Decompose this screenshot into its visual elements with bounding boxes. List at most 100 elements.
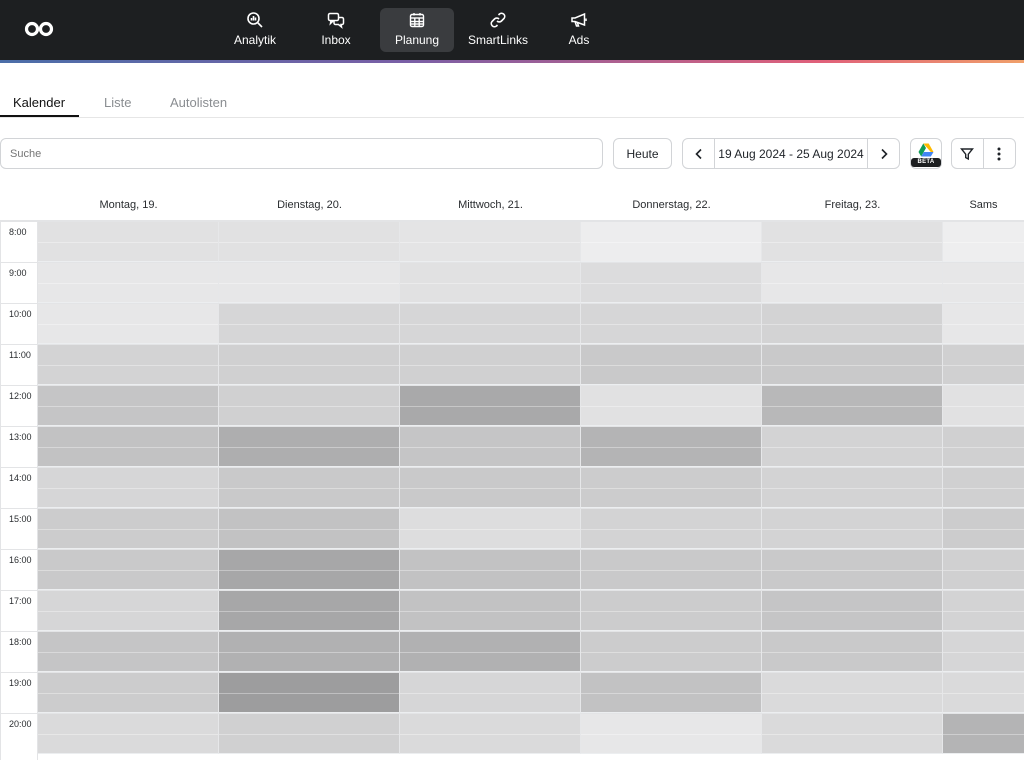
calendar-slot[interactable] bbox=[943, 713, 1024, 754]
calendar-slot[interactable] bbox=[943, 590, 1024, 631]
calendar-slot[interactable] bbox=[400, 467, 581, 508]
calendar-slot[interactable] bbox=[400, 221, 581, 262]
calendar-slot[interactable] bbox=[219, 590, 400, 631]
calendar-slot[interactable] bbox=[219, 262, 400, 303]
calendar-slot[interactable] bbox=[219, 426, 400, 467]
calendar-slot[interactable] bbox=[943, 221, 1024, 262]
calendar-slot[interactable] bbox=[581, 713, 762, 754]
nav-smartlinks[interactable]: SmartLinks bbox=[462, 8, 534, 52]
calendar-slot[interactable] bbox=[762, 303, 943, 344]
calendar-slot[interactable] bbox=[943, 549, 1024, 590]
calendar-slot[interactable] bbox=[762, 713, 943, 754]
calendar-slot[interactable] bbox=[762, 549, 943, 590]
calendar-slot[interactable] bbox=[38, 467, 219, 508]
half-hour-line bbox=[400, 692, 580, 694]
calendar-slot[interactable] bbox=[943, 631, 1024, 672]
calendar-slot[interactable] bbox=[38, 385, 219, 426]
calendar-slot[interactable] bbox=[943, 262, 1024, 303]
calendar-slot[interactable] bbox=[581, 590, 762, 631]
calendar-slot[interactable] bbox=[762, 631, 943, 672]
calendar-slot[interactable] bbox=[219, 385, 400, 426]
chevron-left-icon bbox=[694, 148, 702, 159]
calendar-slot[interactable] bbox=[943, 426, 1024, 467]
calendar-slot[interactable] bbox=[219, 303, 400, 344]
calendar-slot[interactable] bbox=[762, 508, 943, 549]
calendar-slot[interactable] bbox=[400, 672, 581, 713]
calendar-slot[interactable] bbox=[38, 549, 219, 590]
calendar-slot[interactable] bbox=[581, 262, 762, 303]
calendar-slot[interactable] bbox=[219, 549, 400, 590]
calendar-slot[interactable] bbox=[581, 426, 762, 467]
calendar-slot[interactable] bbox=[943, 672, 1024, 713]
tab-kalender[interactable]: Kalender bbox=[13, 95, 65, 110]
calendar-slot[interactable] bbox=[38, 262, 219, 303]
calendar-slot[interactable] bbox=[943, 467, 1024, 508]
calendar-slot[interactable] bbox=[762, 672, 943, 713]
half-hour-line bbox=[219, 487, 399, 489]
calendar-slot[interactable] bbox=[762, 590, 943, 631]
calendar-slot[interactable] bbox=[943, 303, 1024, 344]
calendar-slot[interactable] bbox=[400, 508, 581, 549]
calendar-slot[interactable] bbox=[762, 467, 943, 508]
calendar-slot[interactable] bbox=[219, 221, 400, 262]
nav-ads[interactable]: Ads bbox=[552, 8, 606, 52]
today-button[interactable]: Heute bbox=[613, 138, 672, 169]
more-options-button[interactable] bbox=[984, 139, 1015, 168]
calendar-slot[interactable] bbox=[581, 385, 762, 426]
calendar-slot[interactable] bbox=[219, 631, 400, 672]
calendar-slot[interactable] bbox=[400, 303, 581, 344]
calendar-slot[interactable] bbox=[400, 426, 581, 467]
calendar-slot[interactable] bbox=[943, 508, 1024, 549]
calendar-slot[interactable] bbox=[38, 508, 219, 549]
calendar-slot[interactable] bbox=[38, 344, 219, 385]
calendar-slot[interactable] bbox=[400, 713, 581, 754]
calendar-slot[interactable] bbox=[400, 344, 581, 385]
calendar-slot[interactable] bbox=[38, 713, 219, 754]
calendar-slot[interactable] bbox=[581, 508, 762, 549]
calendar-slot[interactable] bbox=[38, 426, 219, 467]
calendar-slot[interactable] bbox=[38, 631, 219, 672]
tab-autolisten[interactable]: Autolisten bbox=[170, 95, 227, 110]
calendar-slot[interactable] bbox=[38, 590, 219, 631]
infinity-logo-icon[interactable] bbox=[24, 20, 54, 38]
accent-gradient-line bbox=[0, 60, 1024, 63]
calendar-slot[interactable] bbox=[219, 672, 400, 713]
calendar-slot[interactable] bbox=[762, 221, 943, 262]
half-hour-line bbox=[38, 487, 218, 489]
calendar-slot[interactable] bbox=[219, 508, 400, 549]
google-drive-button[interactable]: BETA bbox=[910, 138, 942, 169]
nav-planung[interactable]: Planung bbox=[380, 8, 454, 52]
calendar-slot[interactable] bbox=[581, 549, 762, 590]
calendar-slot[interactable] bbox=[581, 631, 762, 672]
calendar-slot[interactable] bbox=[219, 467, 400, 508]
calendar-slot[interactable] bbox=[581, 467, 762, 508]
calendar-slot[interactable] bbox=[400, 590, 581, 631]
calendar-slot[interactable] bbox=[400, 549, 581, 590]
nav-analytik[interactable]: Analytik bbox=[222, 8, 288, 52]
nav-inbox[interactable]: Inbox bbox=[303, 8, 369, 52]
calendar-slot[interactable] bbox=[38, 303, 219, 344]
calendar-slot[interactable] bbox=[400, 385, 581, 426]
tab-liste[interactable]: Liste bbox=[104, 95, 131, 110]
calendar-slot[interactable] bbox=[581, 672, 762, 713]
calendar-slot[interactable] bbox=[400, 262, 581, 303]
calendar-slot[interactable] bbox=[400, 631, 581, 672]
next-week-button[interactable] bbox=[868, 139, 899, 168]
calendar-slot[interactable] bbox=[943, 344, 1024, 385]
calendar-slot[interactable] bbox=[762, 385, 943, 426]
filter-button[interactable] bbox=[952, 139, 984, 168]
calendar-slot[interactable] bbox=[219, 713, 400, 754]
calendar-slot[interactable] bbox=[581, 303, 762, 344]
calendar-slot[interactable] bbox=[581, 344, 762, 385]
calendar-slot[interactable] bbox=[762, 262, 943, 303]
calendar-slot[interactable] bbox=[762, 426, 943, 467]
calendar-slot[interactable] bbox=[219, 344, 400, 385]
calendar-slot[interactable] bbox=[581, 221, 762, 262]
calendar-slot[interactable] bbox=[38, 221, 219, 262]
previous-week-button[interactable] bbox=[683, 139, 714, 168]
search-input[interactable] bbox=[0, 138, 603, 169]
calendar-slot[interactable] bbox=[943, 385, 1024, 426]
calendar-slot[interactable] bbox=[762, 344, 943, 385]
half-hour-line bbox=[581, 569, 761, 571]
calendar-slot[interactable] bbox=[38, 672, 219, 713]
